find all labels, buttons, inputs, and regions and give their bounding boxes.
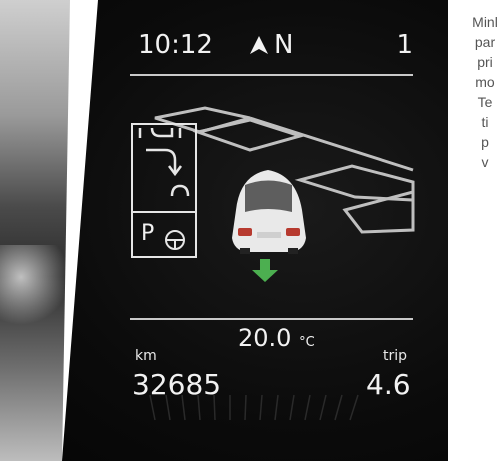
navigation-arrow-icon	[250, 36, 268, 54]
caption-line: par	[474, 34, 496, 50]
caption-line: ti	[481, 114, 489, 130]
caption-line: Te	[477, 94, 493, 110]
top-status-row: 10:12 N 1	[138, 30, 413, 70]
outside-temperature: 20.0 °C	[238, 324, 315, 352]
parking-label: P	[141, 221, 155, 246]
odometer-value: 32685	[132, 368, 222, 401]
odometer-label: km	[135, 348, 157, 364]
park-assist-divider	[133, 211, 195, 213]
caption-line: p	[481, 134, 489, 150]
caption-line: Minl	[472, 14, 498, 30]
instrument-cluster: 10:12 N 1 P 20.0 °C km 32685 trip 4.6	[62, 0, 448, 461]
reverse-arrow-icon	[252, 259, 278, 282]
caption-line: v	[481, 154, 489, 170]
temperature-value: 20.0	[238, 324, 292, 352]
trip-value: 4.6	[366, 368, 411, 401]
caption-line: mo	[475, 74, 495, 90]
bottom-divider	[130, 318, 413, 320]
clock: 10:12	[138, 30, 213, 60]
caption-text: Minl par pri mo Te ti p v	[455, 12, 503, 172]
car-icon	[232, 170, 306, 254]
heading-letter: N	[274, 30, 294, 60]
caption-line: pri	[477, 54, 493, 70]
car-photo-highlight	[0, 245, 70, 325]
top-divider	[130, 74, 413, 76]
gear-indicator: 1	[396, 30, 413, 60]
park-assist-panel: P	[131, 123, 197, 258]
compass-heading: N	[248, 30, 293, 60]
temperature-unit: °C	[299, 335, 315, 350]
trip-label: trip	[383, 348, 408, 364]
